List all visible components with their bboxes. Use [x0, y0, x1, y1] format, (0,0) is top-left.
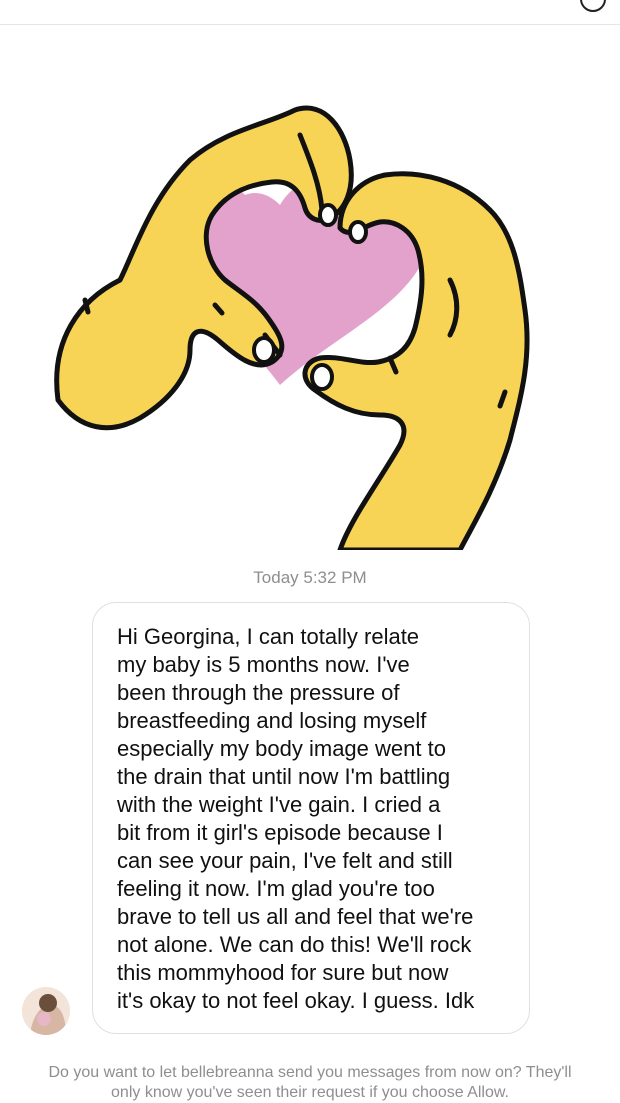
message-text-line: feeling it now. I'm glad you're too — [117, 876, 435, 901]
message-text-line: breastfeeding and losing myself — [117, 708, 427, 733]
request-notice-line: Do you want to let bellebreanna send you… — [48, 1064, 572, 1081]
message-text-line: with the weight I've gain. I cried a — [117, 792, 441, 817]
heart-hands-icon — [54, 105, 530, 550]
message-text-line: not alone. We can do this! We'll rock — [117, 932, 472, 957]
message-timestamp: Today 5:32 PM — [253, 568, 367, 587]
top-bar — [0, 0, 620, 25]
message-request-notice: Do you want to let bellebreanna send you… — [0, 1063, 620, 1103]
avatar-photo — [22, 987, 70, 1035]
info-icon[interactable] — [580, 0, 606, 12]
request-notice-line: only know you've seen their request if y… — [111, 1084, 509, 1101]
message-bubble[interactable]: Hi Georgina, I can totally relate my bab… — [92, 602, 530, 1034]
message-text-line: especially my body image went to — [117, 736, 446, 761]
message-text-line: brave to tell us all and feel that we're — [117, 904, 474, 929]
message-text-line: Hi Georgina, I can totally relate — [117, 624, 420, 649]
message-text-line: been through the pressure of — [117, 680, 400, 705]
message-text-line: bit from it girl's episode because I — [117, 820, 443, 845]
message-text-line: it's okay to not feel okay. I guess. Idk — [117, 988, 475, 1013]
message-text-line: my baby is 5 months now. I've — [117, 652, 410, 677]
message-text-line: this mommyhood for sure but now — [117, 960, 449, 985]
message-text-line: can see your pain, I've felt and still — [117, 848, 453, 873]
message-text-line: the drain that until now I'm battling — [117, 764, 451, 789]
back-arrow-icon[interactable] — [28, 0, 42, 4]
avatar[interactable] — [22, 987, 70, 1035]
